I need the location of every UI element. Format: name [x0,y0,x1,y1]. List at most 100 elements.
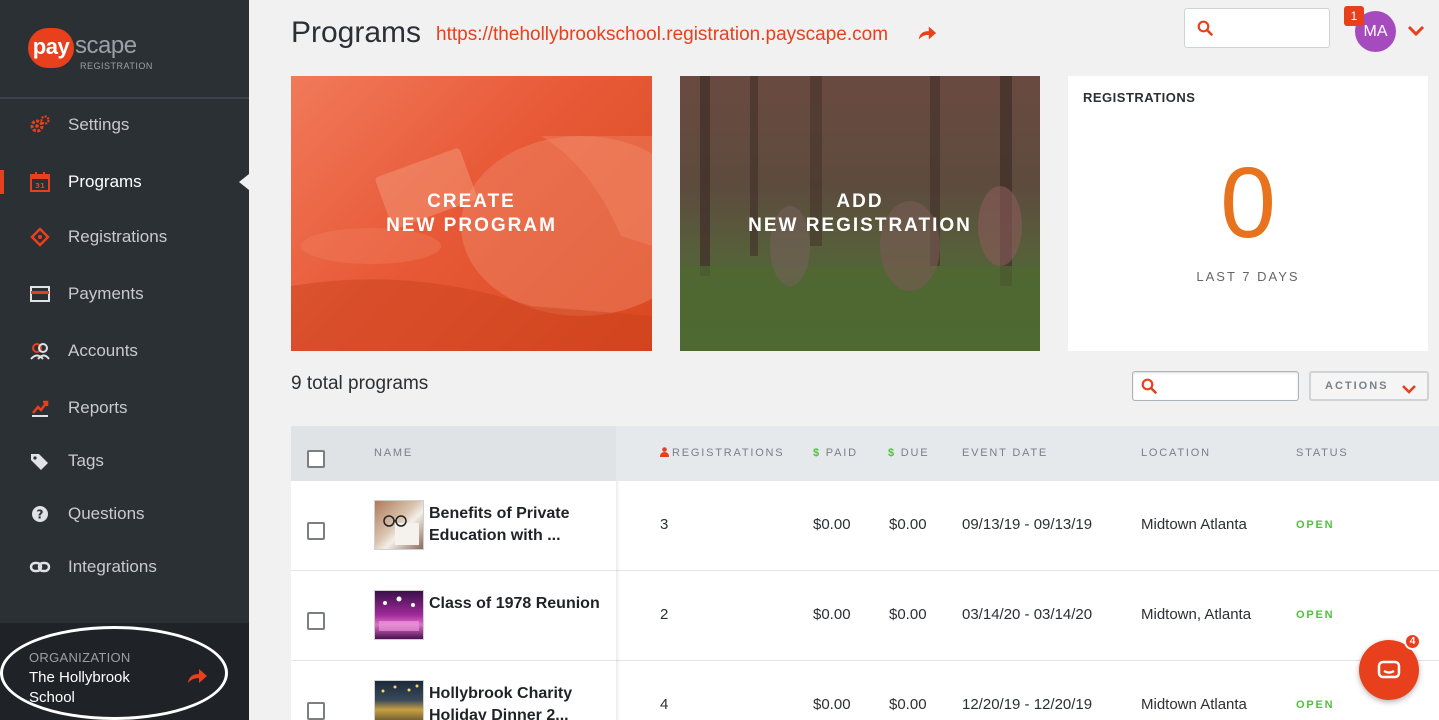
program-thumbnail[interactable] [374,680,424,720]
due-cell: $0.00 [889,696,927,713]
sidebar-divider [0,97,249,99]
notification-badge[interactable]: 1 [1344,6,1364,26]
organization-panel[interactable]: ORGANIZATION The Hollybrook School [0,623,249,720]
program-thumbnail[interactable] [374,590,424,640]
switch-organization-icon[interactable] [186,667,208,690]
status-badge: OPEN [1296,699,1335,711]
table-row[interactable]: Class of 1978 Reunion 2 $0.00 $0.00 03/1… [291,571,1439,661]
party-image [379,596,419,631]
header-due[interactable]: $ DUE [888,447,929,459]
sidebar-item-settings[interactable]: Settings [0,105,249,145]
header-registrations[interactable]: REGISTRATIONS [660,447,784,459]
header-event-date[interactable]: EVENT DATE [962,447,1048,459]
create-program-line2: NEW PROGRAM [386,215,557,236]
event-date-cell: 09/13/19 - 09/13/19 [962,516,1093,533]
program-name[interactable]: Hollybrook Charity Holiday Dinner 2... [429,683,604,720]
program-search-input[interactable] [1163,377,1288,395]
sidebar-item-reports[interactable]: Reports [0,388,249,428]
actions-dropdown[interactable]: ACTIONS [1309,371,1429,401]
actions-label: ACTIONS [1325,380,1389,392]
event-date-cell: 12/20/19 - 12/20/19 [962,696,1093,713]
table-row[interactable]: Hollybrook Charity Holiday Dinner 2... 4… [291,661,1439,720]
registrations-count: 0 [1220,147,1276,259]
program-thumbnail[interactable] [374,500,424,550]
sidebar-item-questions[interactable]: ? Questions [0,494,249,534]
program-url-link[interactable]: https://thehollybrookschool.registration… [436,24,888,46]
row-checkbox[interactable] [307,522,325,540]
paid-cell: $0.00 [813,516,851,533]
header-status[interactable]: STATUS [1296,447,1349,459]
due-cell: $0.00 [889,606,927,623]
location-cell: Midtown Atlanta [1141,696,1247,713]
registrations-card-title: REGISTRATIONS [1083,90,1196,105]
program-search[interactable] [1132,371,1299,401]
tag-diamond-icon [29,226,51,248]
page-title: Programs [291,16,422,49]
search-icon [1197,20,1213,41]
row-checkbox[interactable] [307,702,325,720]
add-registration-line2: NEW REGISTRATION [748,215,972,236]
header-search-input[interactable] [1221,17,1321,39]
chat-badge: 4 [1404,633,1421,650]
sidebar-item-payments[interactable]: Payments [0,274,249,314]
sidebar-item-label: Registrations [68,227,168,246]
paid-cell: $0.00 [813,606,851,623]
payscape-logo[interactable]: pay scape REGISTRATION [28,28,188,74]
program-name[interactable]: Class of 1978 Reunion [429,593,604,615]
sidebar-item-accounts[interactable]: Accounts [0,331,249,371]
sidebar-item-label: Integrations [68,557,157,576]
add-registration-card[interactable]: ADD NEW REGISTRATION [680,76,1040,351]
create-program-line1: CREATE [427,191,516,212]
table-row[interactable]: Benefits of Private Education with ... 3… [291,481,1439,571]
chat-icon [1377,658,1401,687]
select-all-checkbox[interactable] [307,450,325,468]
add-registration-line1: ADD [836,191,884,212]
create-program-card[interactable]: CREATE NEW PROGRAM [291,76,652,351]
due-cell: $0.00 [889,516,927,533]
row-checkbox[interactable] [307,612,325,630]
registrations-cell: 2 [660,606,669,623]
header-search[interactable] [1184,8,1330,48]
link-icon [29,556,51,578]
column-shadow [616,661,620,720]
chevron-down-icon[interactable] [1407,24,1425,42]
paid-cell: $0.00 [813,696,851,713]
dollar-icon: $ [888,447,896,459]
calendar-icon: 31 [29,171,51,193]
header-location[interactable]: LOCATION [1141,447,1211,459]
person-icon [660,447,669,457]
column-shadow [616,481,620,571]
dinner-image [381,684,419,693]
chart-icon [29,397,51,419]
sidebar-item-tags[interactable]: Tags [0,441,249,481]
search-icon [1141,378,1157,399]
registrations-cell: 4 [660,696,669,713]
logo-badge: pay [28,28,74,68]
location-cell: Midtown, Atlanta [1141,606,1252,623]
sidebar-item-label: Payments [68,284,144,303]
location-cell: Midtown Atlanta [1141,516,1247,533]
registrations-period: LAST 7 DAYS [1196,269,1300,284]
program-name[interactable]: Benefits of Private Education with ... [429,503,604,547]
active-indicator [239,174,249,190]
table-header: NAME REGISTRATIONS $ PAID $ DUE EVENT DA… [291,426,1439,481]
share-arrow-icon[interactable] [917,24,937,47]
organization-name: The Hollybrook School [29,669,130,706]
total-programs-count: 9 total programs [291,373,429,394]
logo-subtitle: REGISTRATION [80,61,153,71]
users-icon [29,340,51,362]
sidebar-item-label: Settings [68,115,130,134]
sidebar-item-label: Questions [68,504,145,523]
sidebar-item-label: Reports [68,398,128,417]
sidebar-item-registrations[interactable]: Registrations [0,217,249,257]
sidebar-item-programs[interactable]: 31 Programs [0,162,249,202]
status-badge: OPEN [1296,519,1335,531]
organization-label: ORGANIZATION [29,650,131,665]
svg-text:?: ? [37,508,44,522]
sidebar-item-label: Accounts [68,341,138,360]
event-date-cell: 03/14/20 - 03/14/20 [962,606,1093,623]
header-paid[interactable]: $ PAID [813,447,858,459]
sidebar-item-integrations[interactable]: Integrations [0,547,249,587]
logo-word: scape [75,32,137,59]
header-name[interactable]: NAME [374,447,413,459]
